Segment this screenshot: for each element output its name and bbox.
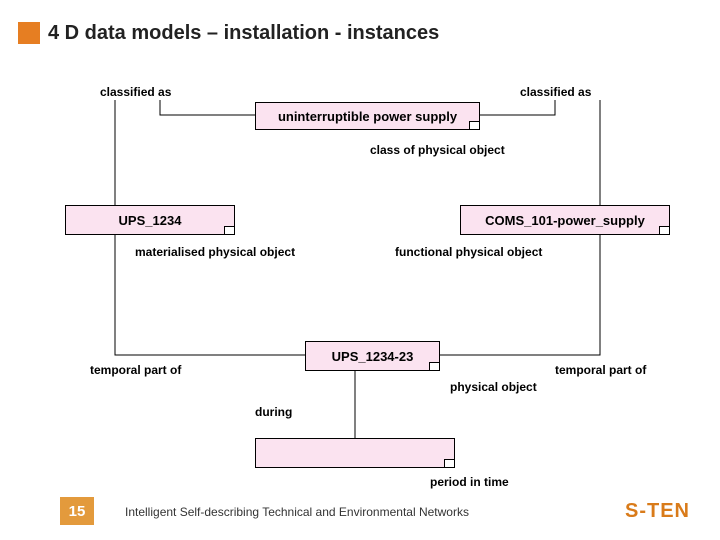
box-text: COMS_101-power_supply [485,213,645,228]
box-text: uninterruptible power supply [278,109,457,124]
label-during: during [255,405,292,419]
box-corner-icon [224,226,234,234]
footer: 15 Intelligent Self-describing Technical… [0,495,720,525]
title-bar: 4 D data models – installation - instanc… [0,22,720,52]
box-corner-icon [659,226,669,234]
page-number-badge: 15 [60,497,94,525]
label-functional-physical-object: functional physical object [395,245,542,259]
box-coms-101-power-supply: COMS_101-power_supply [460,205,670,235]
label-temporal-part-right: temporal part of [555,363,646,377]
box-text: UPS_1234 [119,213,182,228]
diagram-canvas: classified as classified as uninterrupti… [0,75,720,485]
label-class-of-physical-object: class of physical object [370,143,505,157]
brand-logo-text: S-TEN [625,500,690,523]
connector-lines [0,75,720,485]
box-corner-icon [429,362,439,370]
label-classified-right: classified as [520,85,591,99]
box-corner-icon [469,121,479,129]
box-text: UPS_1234-23 [332,349,414,364]
label-period-in-time: period in time [430,475,509,489]
footer-text: Intelligent Self-describing Technical an… [125,505,469,519]
page-title: 4 D data models – installation - instanc… [48,22,439,45]
title-accent-block [18,22,40,44]
box-ups-1234-23: UPS_1234-23 [305,341,440,371]
box-ups-1234: UPS_1234 [65,205,235,235]
label-materialised-physical-object: materialised physical object [135,245,295,259]
box-corner-icon [444,459,454,467]
label-physical-object: physical object [450,380,537,394]
label-temporal-part-left: temporal part of [90,363,181,377]
box-period-blank [255,438,455,468]
box-uninterruptible-power-supply: uninterruptible power supply [255,102,480,130]
label-classified-left: classified as [100,85,171,99]
